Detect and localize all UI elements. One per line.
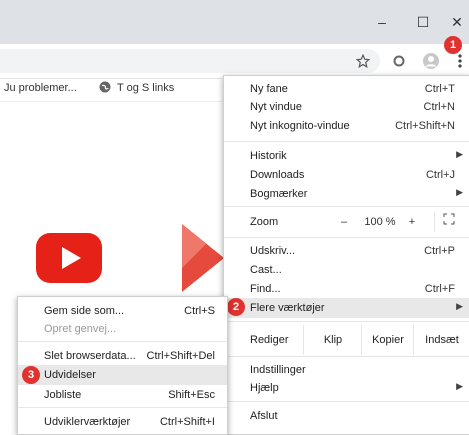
more-tools-submenu: Gem side som... Ctrl+S Opret genvej... S…: [17, 296, 228, 435]
menu-item-zoom: Zoom – 100 % +: [224, 208, 469, 236]
avatar-icon[interactable]: [423, 53, 439, 69]
menu-item-new-window[interactable]: Nyt vindue Ctrl+N: [224, 97, 469, 117]
menu-divider: [224, 141, 469, 142]
menu-kebab-icon[interactable]: [452, 53, 468, 69]
step-badge-3: 3: [22, 366, 40, 384]
submenu-item-extensions[interactable]: Udvidelser: [18, 365, 227, 385]
youtube-tile[interactable]: [36, 233, 102, 283]
maximize-button[interactable]: ☐: [413, 12, 433, 32]
extension-icon[interactable]: [391, 53, 407, 69]
step-badge-2: 2: [227, 298, 245, 316]
menu-item-bookmarks[interactable]: Bogmærker ▶: [224, 184, 469, 204]
fullscreen-icon[interactable]: [434, 212, 463, 232]
menu-item-downloads[interactable]: Downloads Ctrl+J: [224, 165, 469, 185]
toolbar: 1: [0, 36, 469, 79]
zoom-out-button[interactable]: –: [332, 208, 356, 236]
menu-divider: [18, 407, 227, 408]
address-bar[interactable]: [0, 49, 380, 73]
menu-item-edit: Rediger Klip Kopier Indsæt: [224, 325, 469, 355]
submenu-item-dev-tools[interactable]: Udviklerværktøjer Ctrl+Shift+I: [18, 412, 227, 432]
menu-divider: [18, 341, 227, 342]
zoom-in-button[interactable]: +: [400, 208, 424, 236]
chevron-right-icon: ▶: [456, 381, 463, 391]
chevron-right-icon: ▶: [456, 149, 463, 159]
menu-divider: [224, 321, 469, 322]
menu-divider: [224, 356, 469, 357]
menu-item-new-tab[interactable]: Ny fane Ctrl+T: [224, 79, 469, 99]
menu-item-print[interactable]: Udskriv... Ctrl+P: [224, 241, 469, 261]
menu-divider: [224, 206, 469, 207]
google-play-tile[interactable]: [176, 222, 224, 292]
submenu-item-save-page[interactable]: Gem side som... Ctrl+S: [18, 301, 227, 321]
menu-item-exit[interactable]: Afslut: [224, 406, 469, 426]
menu-item-more-tools[interactable]: Flere værktøjer ▶: [224, 298, 469, 318]
menu-item-incognito[interactable]: Nyt inkognito-vindue Ctrl+Shift+N: [224, 116, 469, 136]
chevron-right-icon: ▶: [456, 187, 463, 197]
cut-button[interactable]: Klip: [303, 325, 362, 355]
submenu-item-create-shortcut[interactable]: Opret genvej...: [18, 319, 227, 339]
menu-item-history[interactable]: Historik ▶: [224, 146, 469, 166]
minimize-button[interactable]: –: [372, 12, 392, 32]
close-button[interactable]: ✕: [447, 12, 467, 32]
title-bar: – ☐ ✕: [0, 0, 469, 44]
bookmark-item[interactable]: T og S links: [117, 82, 174, 94]
globe-icon: [99, 81, 111, 96]
zoom-level: 100 %: [364, 216, 396, 228]
menu-divider: [224, 401, 469, 402]
menu-divider: [224, 237, 469, 238]
menu-item-settings[interactable]: Indstillinger: [224, 360, 469, 380]
step-badge-1: 1: [444, 36, 462, 54]
menu-item-help[interactable]: Hjælp ▶: [224, 378, 469, 398]
submenu-item-task-manager[interactable]: Jobliste Shift+Esc: [18, 385, 227, 405]
submenu-item-clear-data[interactable]: Slet browserdata... Ctrl+Shift+Del: [18, 346, 227, 366]
bookmark-star-icon[interactable]: [355, 53, 371, 69]
chrome-main-menu: Ny fane Ctrl+T Nyt vindue Ctrl+N Nyt ink…: [223, 75, 469, 435]
chevron-right-icon: ▶: [456, 301, 463, 311]
menu-item-cast[interactable]: Cast...: [224, 260, 469, 280]
menu-item-find[interactable]: Find... Ctrl+F: [224, 279, 469, 299]
bookmark-item[interactable]: Ju problemer...: [4, 82, 77, 94]
paste-button[interactable]: Indsæt: [413, 325, 469, 355]
copy-button[interactable]: Kopier: [361, 325, 414, 355]
